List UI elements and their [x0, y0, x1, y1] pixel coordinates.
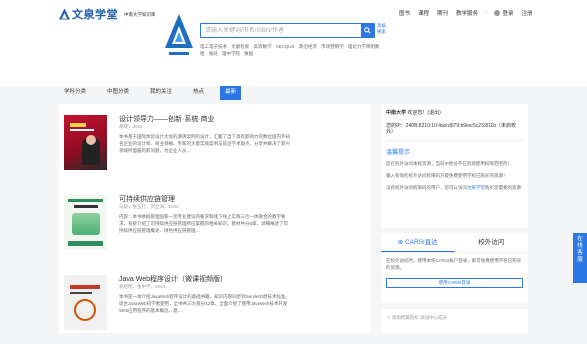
logo-icon	[59, 8, 70, 20]
book-title[interactable]: 设计领导力——创新·系统·商业	[119, 114, 215, 124]
hint-text: 您在校外访问本校资源，当前IP地址不在资源使用权限范围内！	[386, 160, 512, 166]
tab-latest[interactable]: 最新	[220, 86, 242, 100]
wenquan-link[interactable]: 文泉学堂	[467, 185, 485, 190]
book-title[interactable]: 可持续供应链管理	[119, 194, 175, 204]
ip-info: 您的IP：240B:8210:10:4ad:d079:b9ea:5c23:811…	[386, 122, 516, 136]
brand-emblem-icon	[165, 14, 193, 55]
tab-offcampus[interactable]: 校外访问	[455, 233, 529, 252]
hot-keyword[interactable]: 高等数学	[254, 44, 272, 49]
hot-keyword[interactable]: 文献检索	[231, 44, 249, 49]
user-info-panel: 中南大学 欢迎您！(退出) 您的IP：240B:8210:10:4ad:d079…	[381, 104, 528, 228]
carsi-icon: ⊕	[397, 239, 405, 246]
register-link[interactable]: 注册	[522, 9, 533, 17]
carsi-panel: ⊕ CARSI直达 校外访问 在校外访问时，使用本校CARSI账户登录，即可免费…	[381, 233, 528, 303]
nav-teaching[interactable]: 教学服务	[456, 9, 478, 17]
float-char: 客	[577, 250, 583, 256]
book-meta: 马毅，张玉行，刘立涛，2024	[119, 204, 179, 209]
hot-keyword[interactable]: 微处	[209, 51, 218, 56]
nav-journals[interactable]: 期刊	[437, 9, 448, 17]
book-item[interactable]: Java Web程序设计（微课视频版） 袁绍明，张中宇，2024 本书是一本介绍…	[59, 264, 371, 344]
hot-keyword[interactable]: 电工电子技术	[200, 44, 227, 49]
float-char: 服	[577, 257, 583, 263]
hint-title: 温馨提示	[386, 149, 411, 156]
book-description: 本书基于国际体验设计大会的演讲案例的设计，汇聚了当下具有影响力的数位国内外知名企…	[119, 134, 290, 153]
add-domain-link[interactable]: ＋ 添加所属院校 添加中心成员	[381, 309, 528, 327]
carsi-login-button[interactable]: 使用CARSI登录	[386, 278, 523, 288]
category-tabs: 学科分类 中图分类 我的关注 热点 最新	[0, 86, 587, 100]
nav-courses[interactable]: 课程	[418, 9, 429, 17]
login-tabs: ⊕ CARSI直达 校外访问	[381, 233, 528, 253]
book-meta: 袁绍明，张中宇，2024	[119, 284, 166, 289]
nav-divider: |	[486, 10, 488, 16]
login-link[interactable]: 登录	[503, 9, 514, 17]
carsi-description: 在校外访问时，使用本校CARSI账户登录，即可免费使用学校已购买的资源。	[386, 258, 522, 270]
tab-subject[interactable]: 学科分类	[59, 86, 91, 100]
logo-subtitle: 中南大学知识库	[124, 12, 156, 17]
book-item[interactable]: 设计领导力——创新·系统·商业 胡晓，2024 本书基于国际体验设计大会的演讲案…	[59, 104, 371, 184]
float-char: 在	[577, 236, 583, 242]
site-logo[interactable]: 文泉学堂 中南大学知识库	[59, 6, 156, 22]
search-box	[200, 23, 375, 38]
hot-keyword[interactable]: 数据	[244, 51, 253, 56]
add-domain-panel: ＋ 添加所属院校 添加中心成员	[381, 309, 528, 333]
online-service-button[interactable]: 在 线 客 服	[573, 233, 587, 283]
book-cover[interactable]	[64, 195, 107, 250]
book-description: 本书是一本介绍JavaWeb程序设计的基础书籍，知识内容同步到ServletD原…	[119, 294, 290, 313]
hot-keyword[interactable]: ABAQUS	[276, 44, 295, 49]
search-icon	[364, 27, 371, 34]
school-name: 中南大学	[386, 110, 407, 116]
tab-carsi[interactable]: ⊕ CARSI直达	[381, 233, 455, 252]
book-title[interactable]: Java Web程序设计（微课视频版）	[119, 274, 227, 284]
hint-text: 没有校外访问权限码的用户，您可以访问文泉学堂购买您需要的资源	[381, 182, 528, 194]
top-nav: 图书 课程 期刊 教学服务 | 登录 注册	[399, 9, 541, 17]
book-cover[interactable]	[64, 275, 107, 330]
tab-hot[interactable]: 热点	[188, 86, 209, 100]
book-list: 设计领导力——创新·系统·商业 胡晓，2024 本书基于国际体验设计大会的演讲案…	[59, 104, 371, 333]
search-input[interactable]	[205, 24, 350, 37]
hint-pre: 没有校外访问权限码的用户，您可以访问	[386, 184, 467, 190]
welcome-suffix[interactable]: 欢迎您！(退出)	[407, 110, 440, 116]
logo-text: 文泉学堂	[72, 9, 118, 21]
tab-clc[interactable]: 中图分类	[102, 86, 134, 100]
nav-books[interactable]: 图书	[399, 9, 410, 17]
add-domain-label: 添加所属院校 添加中心成员	[391, 315, 448, 320]
book-item[interactable]: 可持续供应链管理 马毅，张玉行，刘立涛，2024 内容：本书依据管理国家一流专业…	[59, 184, 371, 264]
hint-post: 购买您需要的资源	[485, 184, 521, 190]
hot-keyword[interactable]: 政治经济	[299, 44, 317, 49]
float-char: 线	[577, 243, 583, 249]
welcome-text: 中南大学 欢迎您！(退出)	[381, 104, 528, 117]
search-button[interactable]	[361, 24, 374, 37]
tab-following[interactable]: 我的关注	[145, 86, 177, 100]
divider	[386, 139, 523, 141]
tab-carsi-label: CARSI直达	[404, 239, 438, 246]
book-description: 内容：本书依据管理国家一流专业建设的要求和线下线上实践三位一体融合的教学要求，系…	[119, 214, 288, 233]
hint-text: 输入有效的校外访问权限码方能免费使用学校已购买的资源！	[386, 172, 508, 178]
hot-keywords: 电工电子技术 文献检索 高等数学 ABAQUS 政治经济 市场营销学 理论力学简…	[200, 43, 385, 57]
user-icon	[493, 10, 500, 16]
top-header: 文泉学堂 中南大学知识库 图书 课程 期刊 教学服务 | 登录 注册 高级 搜索…	[0, 0, 587, 86]
book-meta: 胡晓，2024	[119, 124, 143, 129]
book-cover[interactable]	[64, 115, 107, 170]
hot-keyword[interactable]: 市场营销学	[321, 44, 344, 49]
advanced-search-link[interactable]: 高级 搜索	[377, 23, 391, 34]
hot-keyword[interactable]: 理中学院	[222, 51, 240, 56]
